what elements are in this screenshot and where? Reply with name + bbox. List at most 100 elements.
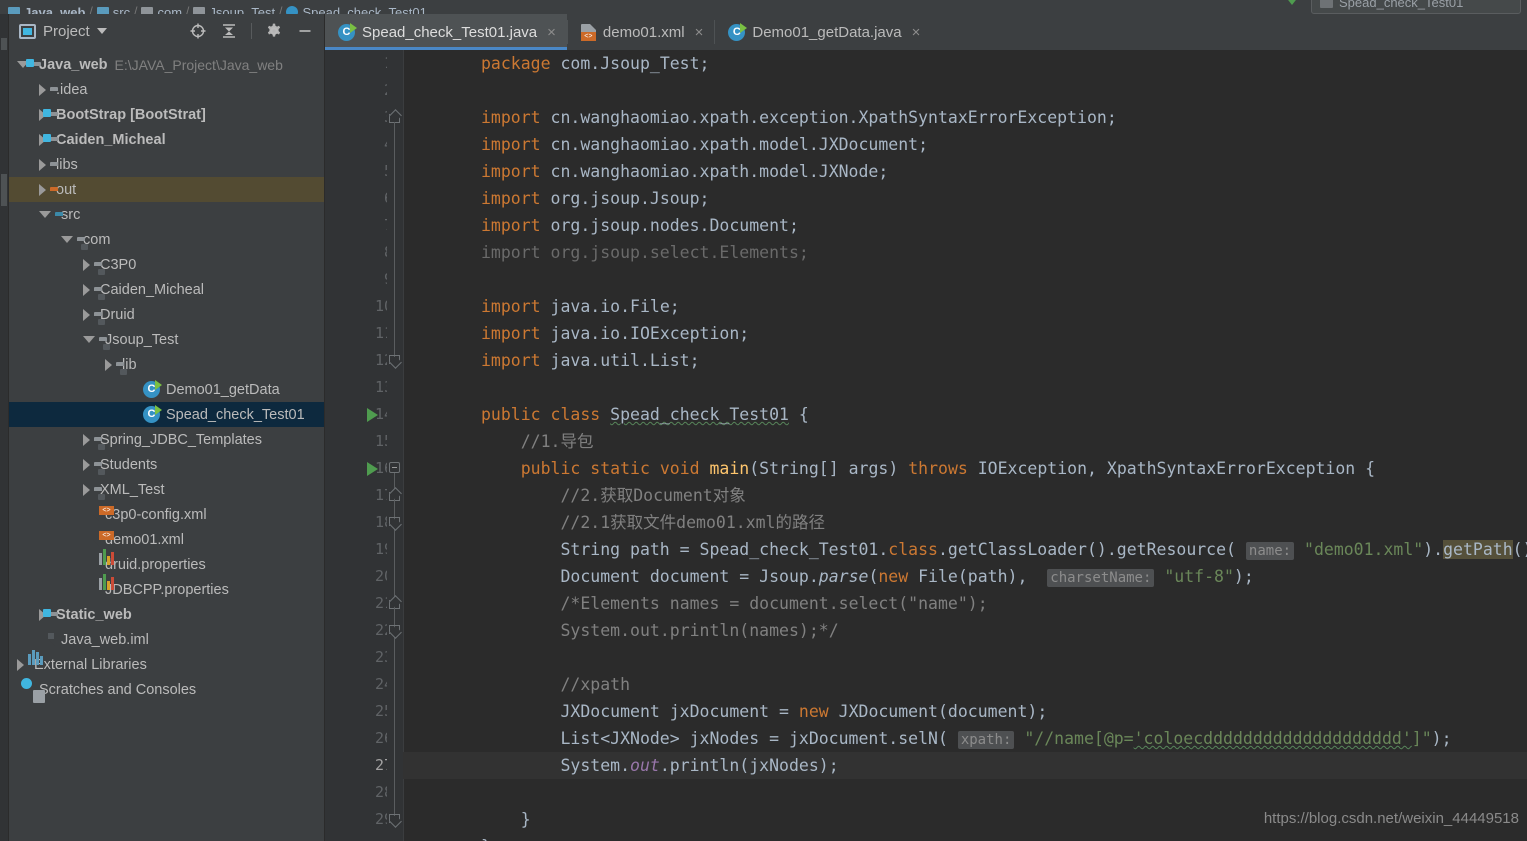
tree-node-xml-test[interactable]: XML_Test	[9, 477, 324, 502]
fold-marker[interactable]	[389, 462, 400, 473]
rail-stub[interactable]	[1, 174, 7, 206]
breadcrumb-item[interactable]: src	[96, 1, 130, 14]
breadcrumb-item[interactable]: com	[141, 1, 182, 14]
tree-node-scratches-and-consoles[interactable]: Scratches and Consoles	[9, 677, 324, 702]
chevron-down-icon[interactable]	[96, 28, 107, 34]
fold-marker[interactable]	[389, 624, 400, 637]
code-line-10[interactable]: import java.io.File;	[481, 293, 680, 320]
twisty-closed-icon[interactable]	[83, 258, 90, 271]
code-line-14[interactable]: public class Spead_check_Test01 {	[481, 401, 809, 428]
close-icon[interactable]: ×	[912, 25, 921, 40]
tree-node-jdbcpp-properties[interactable]: JDBCPP.properties	[9, 573, 324, 602]
project-view-selector[interactable]: Project	[19, 23, 107, 40]
editor-tab-demo01-getdata-java[interactable]: Demo01_getData.java ×	[715, 14, 931, 50]
tree-node-caiden-micheal[interactable]: Caiden_Micheal	[9, 127, 324, 152]
tree-node-c3p0-config-xml[interactable]: c3p0-config.xml	[9, 502, 324, 527]
code-line-22[interactable]: System.out.println(names);*/	[481, 617, 838, 644]
code-line-21[interactable]: /*Elements names = document.select("name…	[481, 590, 987, 617]
code-line-16[interactable]: public static void main(String[] args) t…	[481, 455, 1375, 482]
tree-node-bootstrap-bootstrat[interactable]: BootStrap [BootStrat]	[9, 102, 324, 127]
tree-node-lib[interactable]: lib	[9, 352, 324, 377]
tree-node-demo01-getdata[interactable]: Demo01_getData	[9, 377, 324, 402]
close-icon[interactable]: ×	[547, 25, 556, 40]
breadcrumb-item[interactable]: Java_web	[8, 1, 85, 14]
twisty-open-icon[interactable]	[83, 336, 95, 343]
run-gutter-icon[interactable]	[367, 408, 378, 422]
code-line-18[interactable]: //2.1获取文件demo01.xml的路径	[481, 509, 825, 536]
code-line-8[interactable]: import org.jsoup.select.Elements;	[481, 239, 809, 266]
editor-fold-gutter[interactable]	[387, 50, 403, 841]
code-line-4[interactable]: import cn.wanghaomiao.xpath.model.JXDocu…	[481, 131, 928, 158]
code-line-1[interactable]: package com.Jsoup_Test;	[481, 50, 710, 77]
tree-node-external-libraries[interactable]: External Libraries	[9, 649, 324, 677]
code-line-5[interactable]: import cn.wanghaomiao.xpath.model.JXNode…	[481, 158, 888, 185]
locate-target-icon[interactable]	[189, 22, 207, 40]
tree-node-druid-properties[interactable]: druid.properties	[9, 548, 324, 577]
tree-node-caiden-micheal[interactable]: Caiden_Micheal	[9, 277, 324, 302]
tree-node-static-web[interactable]: Static_web	[9, 602, 324, 627]
code-line-12[interactable]: import java.util.List;	[481, 347, 700, 374]
collapse-all-icon[interactable]	[220, 22, 238, 40]
tree-node-students[interactable]: Students	[9, 452, 324, 477]
breadcrumb-item[interactable]: Jsoup_Test	[193, 1, 275, 14]
tree-node-java-web-iml[interactable]: Java_web.iml	[9, 627, 324, 652]
hide-minus-icon[interactable]	[296, 22, 314, 40]
code-line-25[interactable]: JXDocument jxDocument = new JXDocument(d…	[481, 698, 1047, 725]
tree-node-spead-check-test01[interactable]: Spead_check_Test01	[9, 402, 324, 427]
editor-tab-spead-check-test01-java[interactable]: Spead_check_Test01.java ×	[325, 14, 567, 50]
twisty-open-icon[interactable]	[61, 236, 73, 243]
code-line-26[interactable]: List<JXNode> jxNodes = jxDocument.selN( …	[481, 725, 1452, 752]
breadcrumb-item[interactable]: Spead_check_Test01	[286, 1, 427, 14]
twisty-closed-icon[interactable]	[39, 158, 46, 171]
tree-node-idea[interactable]: .idea	[9, 77, 324, 102]
tree-node-c3p0[interactable]: C3P0	[9, 252, 324, 277]
project-tree[interactable]: Java_web E:\JAVA_Project\Java_web .idea Boo…	[9, 48, 324, 841]
code-canvas[interactable]: package com.Jsoup_Test;import cn.wanghao…	[403, 50, 1527, 841]
tree-node-java-web[interactable]: Java_web E:\JAVA_Project\Java_web	[9, 52, 324, 77]
run-configuration-selector[interactable]: Spead_check_Test01	[1311, 0, 1521, 14]
code-line-27[interactable]: System.out.println(jxNodes);	[481, 752, 838, 779]
code-line-trailing-brace[interactable]: }	[481, 833, 491, 841]
fold-marker[interactable]	[389, 516, 400, 529]
run-gutter-icon[interactable]	[367, 462, 378, 476]
tree-node-demo01-xml[interactable]: demo01.xml	[9, 527, 324, 552]
twisty-closed-icon[interactable]	[83, 308, 90, 321]
code-line-3[interactable]: import cn.wanghaomiao.xpath.exception.Xp…	[481, 104, 1117, 131]
twisty-closed-icon[interactable]	[39, 183, 46, 196]
code-line-11[interactable]: import java.io.IOException;	[481, 320, 749, 347]
tree-node-out[interactable]: out	[9, 177, 324, 202]
code-line-24[interactable]: //xpath	[481, 671, 630, 698]
editor-tab-label: Demo01_getData.java	[752, 23, 902, 41]
code-line-6[interactable]: import org.jsoup.Jsoup;	[481, 185, 710, 212]
twisty-closed-icon[interactable]	[39, 83, 46, 96]
tree-node-label: Spring_JDBC_Templates	[100, 431, 262, 448]
twisty-closed-icon[interactable]	[105, 358, 112, 371]
twisty-closed-icon[interactable]	[83, 458, 90, 471]
tree-node-druid[interactable]: Druid	[9, 302, 324, 327]
close-icon[interactable]: ×	[695, 25, 704, 40]
fold-marker[interactable]	[389, 813, 400, 826]
tree-node-jsoup-test[interactable]: Jsoup_Test	[9, 327, 324, 352]
code-line-20[interactable]: Document document = Jsoup.parse(new File…	[481, 563, 1254, 590]
code-line-7[interactable]: import org.jsoup.nodes.Document;	[481, 212, 799, 239]
tree-node-src[interactable]: src	[9, 202, 324, 227]
fold-marker[interactable]	[389, 354, 400, 367]
twisty-closed-icon[interactable]	[83, 433, 90, 446]
code-line-29[interactable]: }	[481, 806, 531, 833]
settings-gear-icon[interactable]	[265, 22, 283, 40]
run-green-arrow-icon[interactable]	[1285, 0, 1299, 5]
twisty-closed-icon[interactable]	[83, 483, 90, 496]
rail-stub[interactable]	[1, 38, 7, 50]
code-line-17[interactable]: //2.获取Document对象	[481, 482, 745, 509]
twisty-closed-icon[interactable]	[17, 658, 24, 671]
tree-node-libs[interactable]: libs	[9, 152, 324, 177]
twisty-closed-icon[interactable]	[83, 283, 90, 296]
tree-node-com[interactable]: com	[9, 227, 324, 252]
twisty-open-icon[interactable]	[39, 211, 51, 218]
code-line-19[interactable]: String path = Spead_check_Test01.class.g…	[481, 536, 1527, 563]
editor-tab-demo01-xml[interactable]: demo01.xml ×	[568, 14, 714, 50]
code-line-15[interactable]: //1.导包	[481, 428, 594, 455]
breadcrumb-separator: /	[89, 4, 93, 14]
tree-node-spring-jdbc-templates[interactable]: Spring_JDBC_Templates	[9, 427, 324, 452]
